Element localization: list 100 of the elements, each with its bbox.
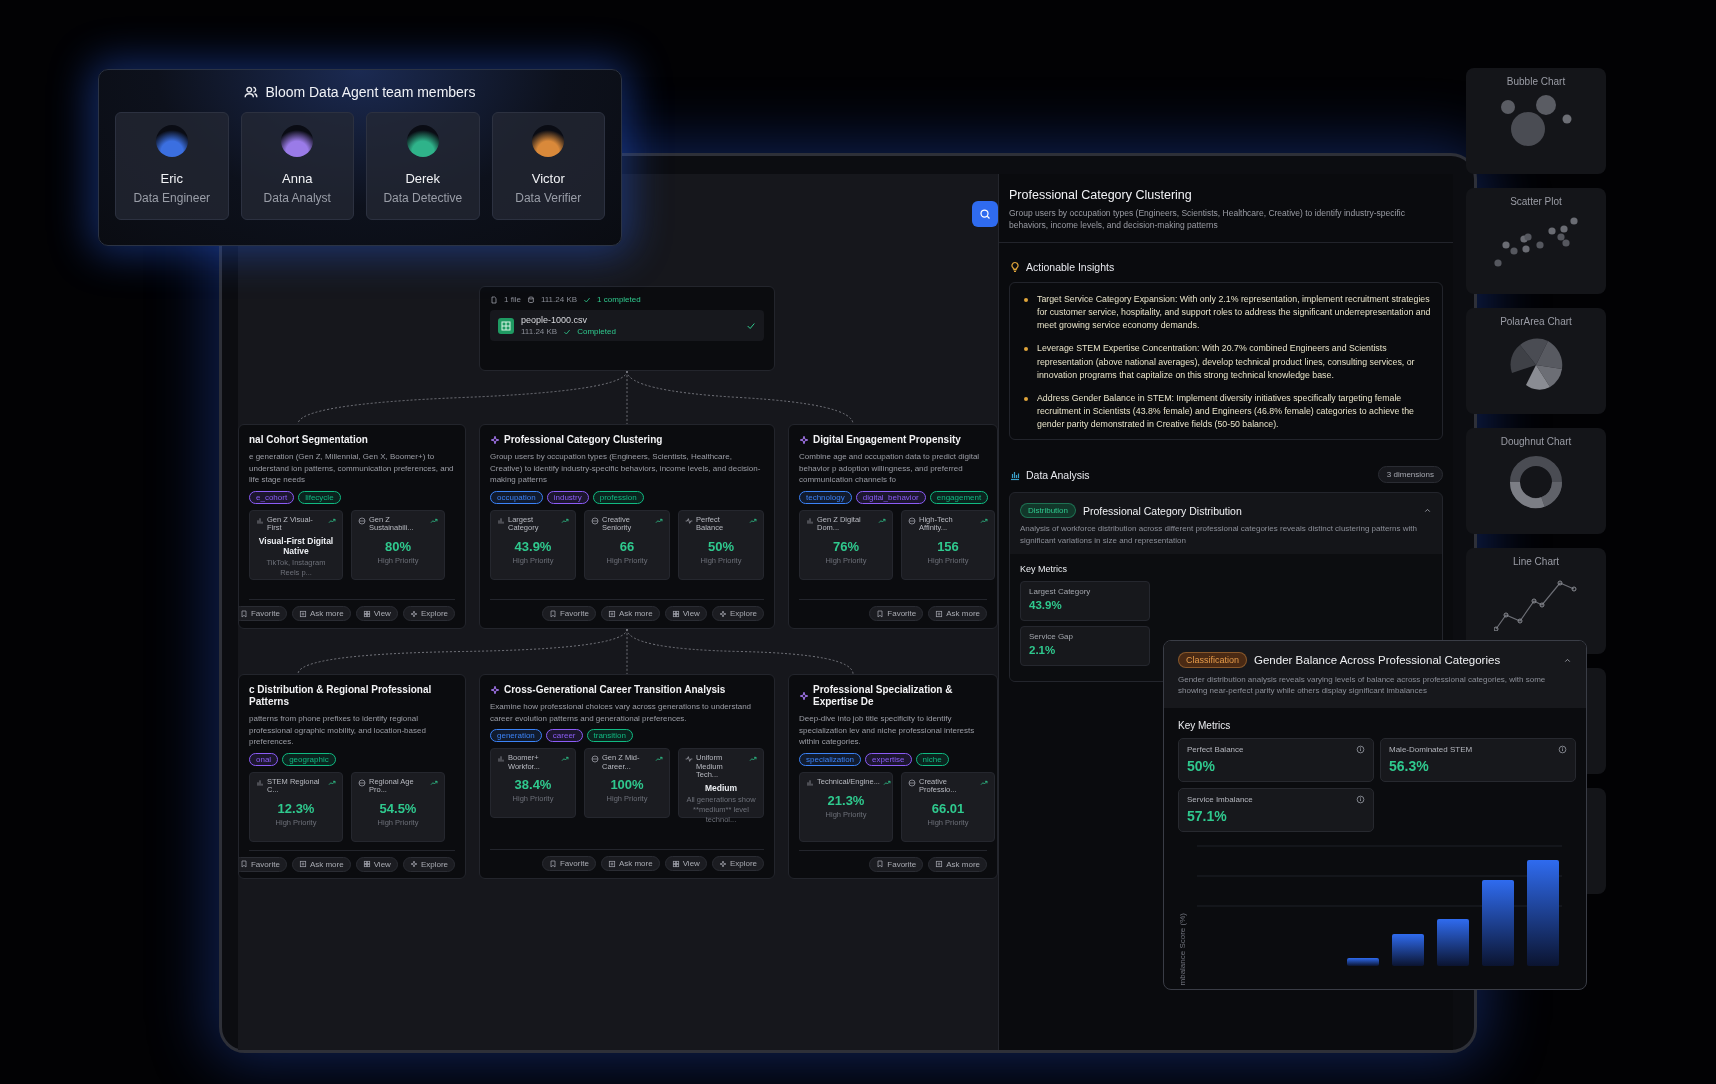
grid-icon (362, 860, 371, 869)
metric-value: 66.01 (931, 801, 965, 817)
chart-bar (1347, 958, 1379, 967)
bullet-icon (1024, 347, 1028, 352)
dimension-title: Professional Category Distribution (1083, 504, 1243, 517)
tag: transition (586, 729, 633, 743)
member-role: Data Engineer (133, 191, 211, 205)
panel-title: Bloom Data Agent team members (265, 84, 476, 100)
pulse-icon (685, 755, 693, 764)
chart-type-card[interactable]: PolarArea Chart (1466, 308, 1606, 414)
chart-type-label: Scatter Plot (1510, 196, 1562, 207)
search-button[interactable] (972, 201, 998, 227)
section-title: Data Analysis (1026, 468, 1091, 481)
tag: profession (592, 490, 644, 504)
chart-type-label: Bubble Chart (1506, 76, 1566, 87)
card-description: Combine age and occupation data to predict digital behavior p adoption willingness, and preferred communication channels fo (799, 451, 981, 486)
bar-chart-icon (256, 516, 264, 525)
dimension-description: Gender distribution analysis reveals varying levels of balance across professional categories, with some showing near-perfect parity while others display significant imbalances (1178, 674, 1547, 697)
action-button[interactable]: Ask more (600, 606, 660, 621)
file-status: Completed (577, 327, 616, 336)
lightbulb-icon (1009, 260, 1021, 273)
chart-type-card[interactable]: Bubble Chart (1466, 68, 1606, 174)
analysis-card[interactable] (479, 424, 775, 629)
total-size: 111.24 KB (540, 295, 578, 304)
trend-up-icon (749, 755, 757, 764)
action-button[interactable]: View (664, 856, 707, 871)
trend-up-icon (749, 516, 757, 525)
analysis-card[interactable] (788, 674, 998, 879)
member-card[interactable]: Victor Data Verifier (491, 112, 605, 220)
action-button[interactable]: Explore (711, 606, 764, 621)
member-card[interactable]: Derek Data Detective (366, 112, 480, 220)
trend-up-icon (561, 755, 569, 764)
action-button[interactable]: View (355, 856, 398, 872)
scan-icon (298, 860, 307, 869)
action-button[interactable]: Ask more (291, 606, 351, 621)
bar-chart-icon (806, 778, 814, 787)
tag: specialization (799, 752, 862, 766)
member-role: Data Verifier (515, 191, 582, 205)
action-button[interactable]: Ask more (600, 856, 660, 871)
bar-chart-icon (497, 516, 505, 525)
metric-value: 57.1% (1187, 808, 1228, 825)
action-button[interactable]: Favorite (869, 606, 924, 621)
action-button[interactable]: Favorite (239, 606, 287, 621)
action-button[interactable]: Favorite (541, 856, 596, 871)
analysis-card[interactable] (238, 424, 466, 629)
globe-icon (591, 755, 599, 764)
analysis-card[interactable] (238, 674, 466, 879)
metric-value: 21.3% (827, 792, 865, 808)
file-row[interactable]: people-1000.csv 111.24 KB Completed (490, 310, 764, 341)
member-name: Victor (531, 171, 565, 186)
chart-type-label: PolarArea Chart (1500, 316, 1572, 327)
member-card[interactable]: Eric Data Engineer (115, 112, 229, 220)
chart-type-card[interactable]: Doughnut Chart (1466, 428, 1606, 534)
tag: technology (799, 490, 852, 504)
scan-icon (607, 859, 616, 868)
trend-up-icon (430, 516, 438, 525)
tag: career (545, 729, 583, 743)
member-name: Eric (160, 171, 183, 186)
action-button[interactable]: Explore (402, 606, 455, 621)
member-name: Anna (282, 171, 313, 186)
tag: onal (249, 752, 279, 766)
trend-up-icon (328, 516, 336, 525)
tag: expertise (865, 752, 912, 766)
action-button[interactable]: Ask more (291, 856, 351, 872)
tag: industry (546, 490, 589, 504)
action-button[interactable]: Favorite (541, 606, 596, 621)
trend-up-icon (328, 778, 336, 787)
category-badge: Classification (1178, 652, 1248, 668)
chart-type-card[interactable]: Scatter Plot (1466, 188, 1606, 294)
analysis-card[interactable] (479, 674, 775, 879)
action-button[interactable]: Explore (711, 856, 764, 871)
globe-icon (358, 516, 366, 525)
member-card[interactable]: Anna Data Analyst (240, 112, 354, 220)
action-button[interactable]: Explore (402, 856, 455, 872)
action-button[interactable]: View (664, 606, 707, 621)
analysis-card[interactable] (788, 424, 998, 629)
trend-up-icon (561, 516, 569, 525)
action-button[interactable]: Ask more (928, 606, 987, 621)
member-role: Data Analyst (263, 191, 331, 205)
spreadsheet-icon (498, 317, 514, 334)
action-button[interactable]: Favorite (869, 856, 924, 872)
action-button[interactable]: Ask more (928, 856, 987, 872)
tag: e_cohort (249, 490, 295, 504)
metric-value: 38.4% (514, 777, 552, 793)
metric-value: Visual-First Digital Native (257, 536, 335, 557)
metric-value: 43.9% (1029, 598, 1063, 611)
bullet-icon (1024, 396, 1028, 401)
metric-value: 50% (1187, 758, 1217, 775)
metric-value: 100% (610, 777, 644, 793)
member-role: Data Detective (383, 191, 463, 205)
upload-status: 1 completed (597, 295, 641, 304)
card-title: Cross-Generational Career Transition Analysis (504, 684, 726, 696)
action-button[interactable]: Favorite (239, 856, 287, 872)
trend-up-icon (655, 516, 663, 525)
tag: geographic (282, 752, 336, 766)
tag: digital_behavior (855, 490, 926, 504)
action-button[interactable]: View (355, 606, 398, 621)
bookmark-icon (548, 859, 557, 868)
dimensions-badge: 3 dimensions (1377, 466, 1443, 484)
scan-icon (607, 609, 616, 618)
